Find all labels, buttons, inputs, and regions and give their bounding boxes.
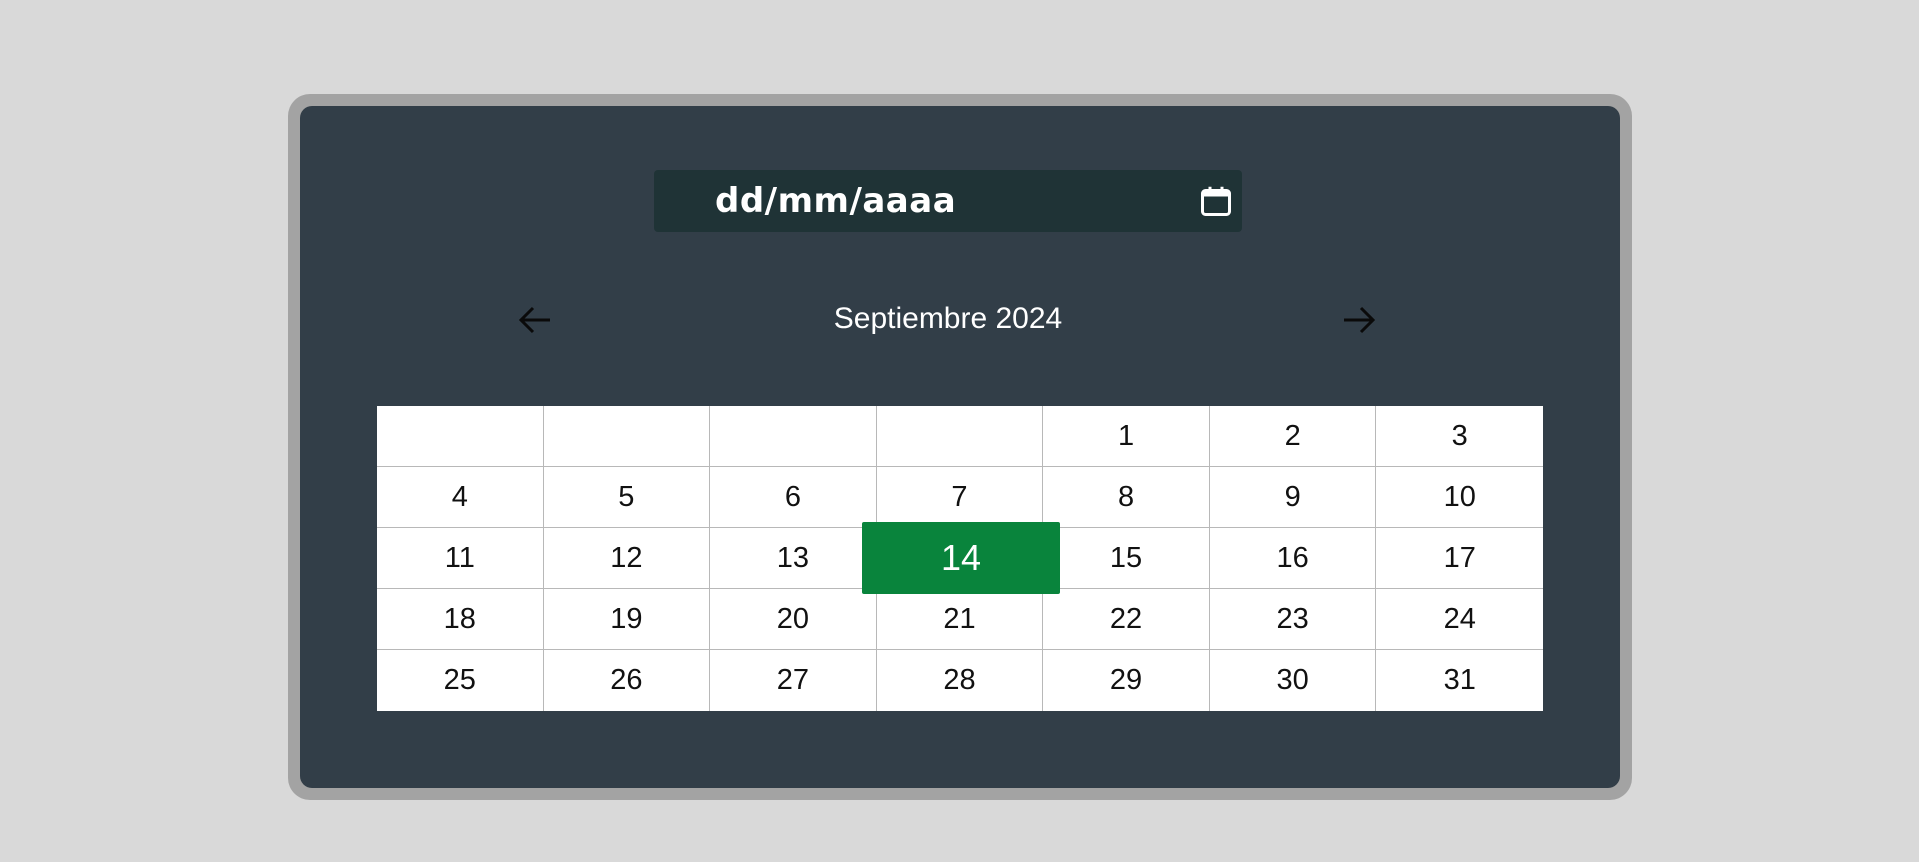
empty-day-cell: [543, 406, 711, 467]
arrow-left-icon[interactable]: [515, 300, 555, 340]
day-cell[interactable]: 13: [710, 528, 877, 589]
day-cell[interactable]: 11: [377, 528, 544, 589]
day-cell[interactable]: 25: [377, 650, 544, 711]
day-cell[interactable]: 17: [1376, 528, 1543, 589]
day-cell[interactable]: 16: [1209, 528, 1377, 589]
empty-day-cell: [876, 406, 1044, 467]
day-cell[interactable]: 24: [1376, 589, 1543, 650]
day-cell[interactable]: 9: [1209, 467, 1377, 528]
date-input[interactable]: dd/mm/aaaa: [654, 170, 1242, 232]
day-cell[interactable]: 28: [877, 650, 1044, 711]
day-cell[interactable]: 6: [710, 467, 877, 528]
day-cell[interactable]: 19: [543, 589, 711, 650]
day-cell[interactable]: 22: [1043, 589, 1210, 650]
day-cell[interactable]: 23: [1209, 589, 1377, 650]
day-cell[interactable]: 10: [1376, 467, 1543, 528]
day-cell[interactable]: 4: [377, 467, 544, 528]
empty-day-cell: [710, 406, 877, 467]
month-navigation: Septiembre 2024: [288, 290, 1608, 350]
day-cell[interactable]: 15: [1043, 528, 1210, 589]
date-input-placeholder[interactable]: dd/mm/aaaa: [715, 170, 956, 232]
day-cell[interactable]: 5: [543, 467, 711, 528]
day-cell[interactable]: 8: [1043, 467, 1210, 528]
arrow-right-icon[interactable]: [1339, 300, 1379, 340]
day-cell[interactable]: 18: [377, 589, 544, 650]
day-cell[interactable]: 26: [544, 650, 711, 711]
month-label: Septiembre 2024: [833, 302, 1063, 335]
day-cell[interactable]: 29: [1043, 650, 1210, 711]
empty-day-cell: [377, 406, 544, 467]
day-cell[interactable]: 12: [543, 528, 711, 589]
day-cell[interactable]: 20: [710, 589, 877, 650]
day-cell[interactable]: 2: [1209, 406, 1377, 467]
selected-day[interactable]: 14: [862, 522, 1060, 594]
calendar-icon[interactable]: [1198, 183, 1234, 219]
day-cell[interactable]: 27: [710, 650, 877, 711]
day-cell[interactable]: 7: [876, 467, 1044, 528]
day-cell[interactable]: 1: [1043, 406, 1210, 467]
day-cell[interactable]: 30: [1210, 650, 1377, 711]
day-cell[interactable]: 21: [876, 589, 1044, 650]
day-cell[interactable]: 31: [1376, 650, 1543, 711]
day-cell[interactable]: 3: [1376, 406, 1543, 467]
